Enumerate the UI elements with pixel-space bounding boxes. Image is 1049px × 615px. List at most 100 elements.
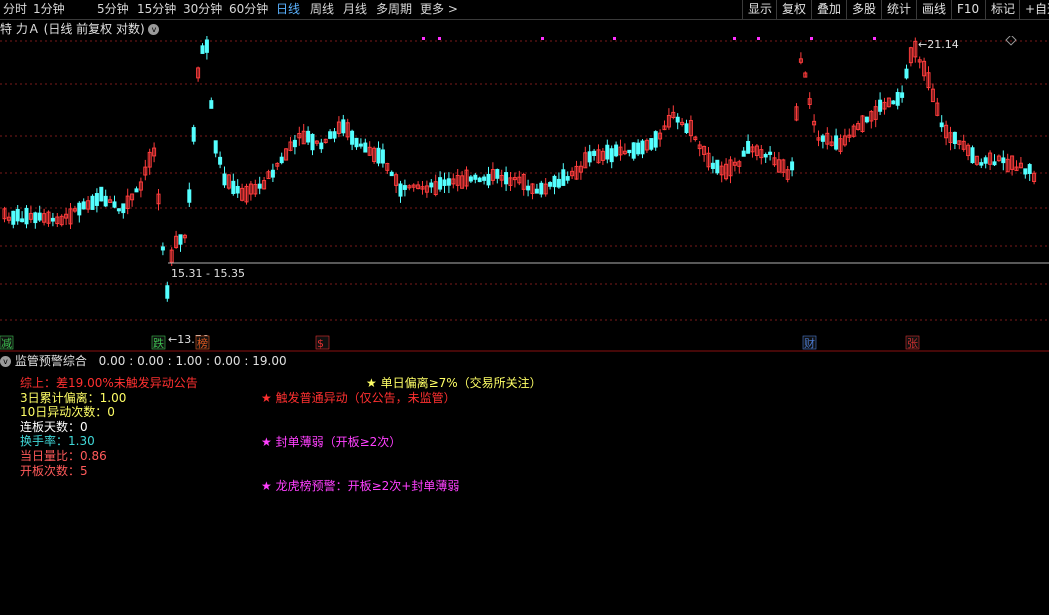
candle bbox=[372, 146, 377, 164]
timeframe-daily[interactable]: 日线 bbox=[276, 2, 300, 17]
timeframe-5min[interactable]: 5分钟 bbox=[97, 2, 129, 17]
high-price-value: 21.14 bbox=[927, 38, 959, 51]
candle bbox=[499, 169, 504, 188]
candle bbox=[631, 142, 636, 161]
candle bbox=[996, 154, 1001, 162]
candle bbox=[411, 183, 416, 192]
candle bbox=[490, 162, 495, 185]
adjust-button[interactable]: 复权 bbox=[776, 0, 811, 19]
candle bbox=[152, 142, 157, 163]
event-marker[interactable]: 张 bbox=[905, 335, 920, 350]
event-marker[interactable]: $ bbox=[315, 335, 330, 350]
kline-chart[interactable]: 15.31 - 15.35 ←21.14 ←13.76 减跌榜 $ 财张 bbox=[0, 36, 1049, 352]
candle bbox=[988, 150, 993, 171]
event-marker-label: 减 bbox=[1, 337, 12, 350]
event-marker[interactable]: 财 bbox=[802, 335, 817, 350]
timeframe-fenshi[interactable]: 分时 bbox=[3, 2, 27, 17]
candle bbox=[99, 186, 104, 202]
timeframe-1min[interactable]: 1分钟 bbox=[33, 2, 65, 17]
candle bbox=[504, 166, 509, 192]
candle bbox=[284, 148, 289, 161]
candle bbox=[222, 166, 227, 188]
candle bbox=[165, 281, 170, 302]
indicator-readout: 当日量比：0.86 bbox=[20, 449, 107, 463]
candle bbox=[521, 172, 526, 196]
candle bbox=[570, 167, 575, 179]
timeframe-30min[interactable]: 30分钟 bbox=[183, 2, 222, 17]
candle bbox=[86, 196, 91, 213]
candle bbox=[935, 97, 940, 117]
timeframe-15min[interactable]: 15分钟 bbox=[137, 2, 176, 17]
candle bbox=[750, 143, 755, 158]
candle bbox=[90, 194, 95, 210]
candle bbox=[1027, 163, 1032, 181]
candle bbox=[1005, 153, 1010, 173]
candle bbox=[895, 88, 900, 110]
candle bbox=[534, 183, 539, 194]
candle bbox=[785, 165, 790, 183]
candle bbox=[292, 135, 297, 155]
candle bbox=[754, 143, 759, 161]
price-grid bbox=[0, 40, 1049, 321]
candle bbox=[970, 145, 975, 164]
candle bbox=[350, 129, 355, 151]
candle bbox=[851, 123, 856, 138]
mark-button[interactable]: 标记 bbox=[985, 0, 1020, 19]
add-watchlist-button[interactable]: +自选 bbox=[1019, 0, 1049, 19]
overlay-button[interactable]: 叠加 bbox=[811, 0, 846, 19]
candle bbox=[420, 181, 425, 195]
candle bbox=[622, 143, 627, 156]
diamond-icon[interactable] bbox=[1005, 36, 1017, 46]
candle bbox=[983, 155, 988, 169]
stock-name: 特 力Ａ bbox=[0, 22, 40, 36]
candle bbox=[605, 139, 610, 164]
candle bbox=[103, 189, 108, 208]
candle bbox=[873, 100, 878, 128]
candle bbox=[842, 128, 847, 147]
event-marker[interactable]: 跌 bbox=[151, 335, 166, 350]
candle bbox=[825, 127, 830, 150]
timeframe-multi[interactable]: 多周期 bbox=[376, 2, 412, 17]
display-button[interactable]: 显示 bbox=[742, 0, 777, 19]
candle bbox=[548, 181, 553, 190]
timeframe-60min[interactable]: 60分钟 bbox=[229, 2, 268, 17]
event-marker[interactable]: 减 bbox=[0, 335, 14, 350]
draw-line-button[interactable]: 画线 bbox=[916, 0, 951, 19]
candle bbox=[2, 206, 7, 223]
dropdown-icon[interactable]: v bbox=[148, 24, 160, 35]
multi-stock-button[interactable]: 多股 bbox=[846, 0, 881, 19]
indicator-readout: 连板天数：0 bbox=[20, 419, 88, 434]
candle bbox=[706, 146, 711, 171]
candle bbox=[715, 159, 720, 175]
dropdown-icon[interactable]: v bbox=[0, 356, 11, 367]
candle bbox=[130, 193, 135, 207]
candle bbox=[486, 166, 491, 189]
candle bbox=[240, 183, 245, 202]
f10-button[interactable]: F10 bbox=[951, 0, 984, 19]
event-marker[interactable]: 榜 bbox=[195, 335, 210, 350]
signal-dot bbox=[873, 37, 876, 40]
candle bbox=[464, 166, 469, 190]
timeframe-more[interactable]: 更多 > bbox=[420, 2, 458, 17]
candle bbox=[776, 152, 781, 173]
timeframe-weekly[interactable]: 周线 bbox=[310, 2, 334, 17]
candle bbox=[671, 105, 676, 120]
timeframe-monthly[interactable]: 月线 bbox=[343, 2, 367, 17]
candle bbox=[187, 182, 192, 208]
candle bbox=[319, 138, 324, 153]
candle bbox=[121, 203, 126, 219]
candle bbox=[257, 176, 262, 195]
candle bbox=[878, 92, 883, 116]
candle bbox=[473, 173, 478, 184]
candle bbox=[702, 145, 707, 162]
statistics-button[interactable]: 统计 bbox=[881, 0, 916, 19]
candle bbox=[33, 211, 38, 229]
signal-dots bbox=[422, 37, 876, 40]
candle bbox=[552, 174, 557, 195]
candle bbox=[512, 172, 517, 188]
event-marker-label: 财 bbox=[804, 336, 815, 350]
candle bbox=[508, 172, 513, 192]
candle bbox=[794, 103, 799, 122]
candle bbox=[196, 66, 201, 82]
candle bbox=[398, 180, 403, 203]
